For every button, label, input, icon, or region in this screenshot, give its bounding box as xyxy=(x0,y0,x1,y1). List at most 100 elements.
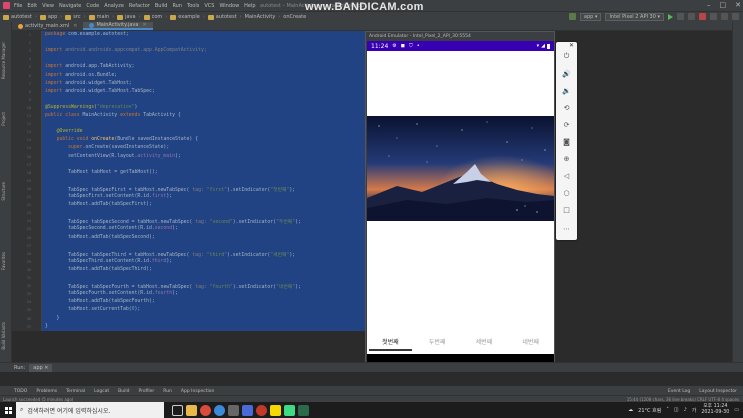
bottom-tool-todo[interactable]: TODO xyxy=(14,389,27,394)
breadcrumb-item[interactable]: autotest xyxy=(207,14,242,20)
menu-edit[interactable]: Edit xyxy=(27,3,37,9)
back-icon[interactable]: ◁ xyxy=(562,171,571,180)
ime-icon[interactable]: 가 xyxy=(692,407,697,414)
code-line[interactable]: @SuppressWarnings("deprecation") xyxy=(45,105,137,110)
bottom-tool-build[interactable]: Build xyxy=(118,389,129,394)
avd-manager-icon[interactable] xyxy=(721,13,728,20)
run-panel-body[interactable] xyxy=(12,372,743,386)
code-line[interactable]: tabSpecFourth.setContent(R.id.fourth); xyxy=(45,291,178,296)
maximize-icon[interactable]: □ xyxy=(720,1,727,9)
bottom-tool-event-log[interactable]: Event Log xyxy=(668,389,690,394)
close-tab-icon[interactable]: ✕ xyxy=(142,22,146,28)
mail-icon[interactable] xyxy=(242,404,253,416)
kakaotalk-icon[interactable] xyxy=(270,404,281,416)
code-line[interactable]: public class MainActivity extends TabAct… xyxy=(45,113,181,118)
menu-tools[interactable]: Tools xyxy=(187,3,199,9)
code-line[interactable]: tabHost.addTab(tabSpecFourth); xyxy=(45,299,155,304)
tab-main-activity[interactable]: MainActivity.java ✕ xyxy=(83,22,153,30)
editor-right-area[interactable] xyxy=(580,31,732,362)
breadcrumb-item[interactable]: autotest xyxy=(3,14,37,20)
code-line[interactable]: super.onCreate(savedInstanceState); xyxy=(45,145,169,150)
search-icon[interactable] xyxy=(732,13,739,20)
camera-icon[interactable]: ◙ xyxy=(562,137,571,146)
menu-navigate[interactable]: Navigate xyxy=(59,3,81,9)
edge-icon[interactable] xyxy=(214,404,225,416)
menu-view[interactable]: View xyxy=(42,3,54,9)
left-tool-favorites[interactable]: Favorites xyxy=(1,252,6,270)
phone-screen[interactable]: 11:24 ⚙ ◼ ⛉ • ▾ ◢ 첫번째 두번째 세번째 네번째 xyxy=(367,41,554,378)
breadcrumb-item[interactable]: main xyxy=(88,14,115,20)
menu-refactor[interactable]: Refactor xyxy=(129,3,150,9)
code-line[interactable]: setContentView(R.layout.activity_main); xyxy=(45,154,181,159)
code-line[interactable]: } xyxy=(45,316,60,321)
left-tool-resource-manager[interactable]: Resource Manager xyxy=(1,42,6,79)
code-line[interactable]: import android.androidx.appcompat.app.Ap… xyxy=(45,48,207,53)
breadcrumb-item[interactable]: example xyxy=(170,14,205,20)
code-line[interactable]: tabHost.addTab(tabSpecSecond); xyxy=(45,235,155,240)
close-icon[interactable]: ✕ xyxy=(735,1,741,9)
menu-analyze[interactable]: Analyze xyxy=(104,3,124,9)
menu-help[interactable]: Help xyxy=(244,3,255,9)
code-line[interactable]: tabSpecFirst.setContent(R.id.first); xyxy=(45,194,172,199)
emulator-close-icon[interactable]: ✕ xyxy=(569,42,574,49)
code-line[interactable]: TabSpec tabSpecSecond = tabHost.newTabSp… xyxy=(45,218,301,225)
rotate-right-icon[interactable]: ⟳ xyxy=(562,120,571,129)
tab-activity-main[interactable]: activity_main.xml ✕ xyxy=(12,22,83,30)
bottom-tool-profiler[interactable]: Profiler xyxy=(138,389,154,394)
chrome-icon[interactable] xyxy=(200,404,211,416)
bottom-tool-terminal[interactable]: Terminal xyxy=(66,389,85,394)
code-line[interactable]: package com.example.autotest; xyxy=(45,32,129,37)
menu-run[interactable]: Run xyxy=(172,3,182,9)
tray-chevron-icon[interactable]: ˄ xyxy=(666,407,669,413)
breadcrumb-item[interactable]: src xyxy=(65,14,85,20)
bottom-tool-layout-inspector[interactable]: Layout Inspector xyxy=(699,389,737,394)
left-tool-project[interactable]: Project xyxy=(1,112,6,126)
emulator-icon[interactable] xyxy=(298,404,309,416)
code-line[interactable]: tabSpecThird.setContent(R.id.third); xyxy=(45,259,172,264)
code-line[interactable]: public void onCreate(Bundle savedInstanc… xyxy=(45,137,199,142)
left-tool-structure[interactable]: Structure xyxy=(1,182,6,201)
code-editor[interactable]: package com.example.autotest; import andr… xyxy=(42,31,365,331)
sync-icon[interactable] xyxy=(710,13,717,20)
close-tab-icon[interactable]: ✕ xyxy=(73,23,77,29)
code-line[interactable]: import android.widget.TabHost; xyxy=(45,81,132,86)
code-line[interactable]: TabSpec tabSpecFourth = tabHost.newTabSp… xyxy=(45,283,301,290)
code-line[interactable]: @Override xyxy=(45,129,83,134)
rotate-left-icon[interactable]: ⟲ xyxy=(562,103,571,112)
breadcrumb-item[interactable]: onCreate xyxy=(283,14,309,20)
bandicam-icon[interactable] xyxy=(256,404,267,416)
code-line[interactable]: import android.os.Bundle; xyxy=(45,73,117,78)
speaker-icon[interactable]: ♪ xyxy=(684,407,687,413)
editor-empty-area[interactable] xyxy=(42,331,365,362)
code-line[interactable]: TabHost tabHost = getTabHost(); xyxy=(45,170,158,175)
volume-up-icon[interactable]: 🔊 xyxy=(562,69,571,78)
zoom-icon[interactable]: ⊕ xyxy=(562,154,571,163)
phone-tab-1[interactable]: 첫번째 xyxy=(367,331,414,351)
profile-icon[interactable] xyxy=(688,13,695,20)
phone-tab-2[interactable]: 두번째 xyxy=(414,331,461,351)
code-line[interactable]: import android.app.TabActivity; xyxy=(45,64,135,69)
power-icon[interactable]: ⏻ xyxy=(562,52,571,61)
code-line[interactable]: } xyxy=(45,324,48,329)
breadcrumb-item[interactable]: java xyxy=(117,14,140,20)
stop-icon[interactable] xyxy=(699,13,706,20)
bottom-tool-logcat[interactable]: Logcat xyxy=(94,389,109,394)
file-explorer-icon[interactable] xyxy=(186,404,197,416)
phone-tab-4[interactable]: 네번째 xyxy=(507,331,554,351)
device-select[interactable]: Intel Pixel 2 API 30 ▾ xyxy=(605,12,664,21)
network-icon[interactable]: ◫ xyxy=(674,407,679,413)
breadcrumb-item[interactable]: MainActivity xyxy=(245,14,281,20)
menu-code[interactable]: Code xyxy=(86,3,99,9)
more-icon[interactable]: ⋯ xyxy=(562,224,571,233)
menu-vcs[interactable]: VCS xyxy=(204,3,214,9)
code-line[interactable]: tabHost.addTab(tabSpecThird); xyxy=(45,267,152,272)
code-line[interactable]: TabSpec tabSpecThird = tabHost.newTabSpe… xyxy=(45,251,295,258)
menu-build[interactable]: Build xyxy=(155,3,168,9)
taskbar-search[interactable]: ⌕ 검색하려면 여기에 입력하십시오. xyxy=(16,402,164,418)
run-tab-app[interactable]: app ✕ xyxy=(29,363,53,372)
notifications-icon[interactable]: ▭ xyxy=(734,407,739,413)
overview-icon[interactable]: □ xyxy=(562,205,571,214)
left-tool-build-variants[interactable]: Build Variants xyxy=(1,322,6,350)
run-config-select[interactable]: app ▾ xyxy=(579,12,602,21)
hammer-icon[interactable] xyxy=(568,13,576,20)
